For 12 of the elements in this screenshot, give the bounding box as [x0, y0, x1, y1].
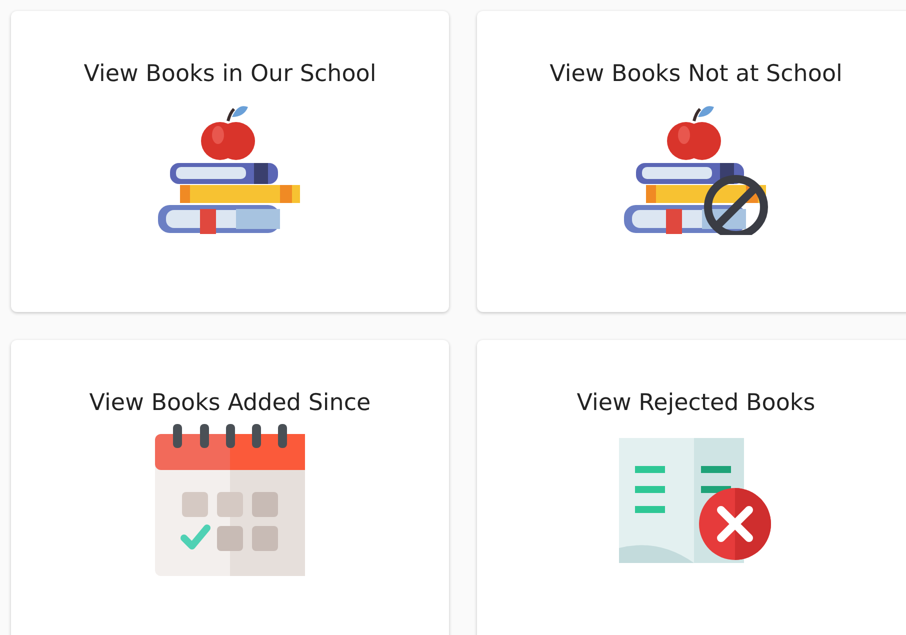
card-title: View Rejected Books — [576, 390, 816, 416]
menu-card[interactable]: View Rejected Books — [477, 340, 906, 635]
books-prohibited-icon — [624, 105, 768, 235]
menu-card[interactable]: View Books in Our School — [11, 11, 449, 312]
card-title: View Books Not at School — [550, 61, 842, 87]
card-title: View Books Added Since — [89, 390, 371, 416]
books-with-apple-icon — [158, 105, 302, 235]
card-title: View Books in Our School — [84, 61, 376, 87]
menu-card[interactable]: View Books Added Since — [11, 340, 449, 635]
menu-card[interactable]: View Books Not at School — [477, 11, 906, 312]
calendar-check-icon — [155, 424, 305, 576]
book-rejected-icon — [618, 438, 774, 563]
